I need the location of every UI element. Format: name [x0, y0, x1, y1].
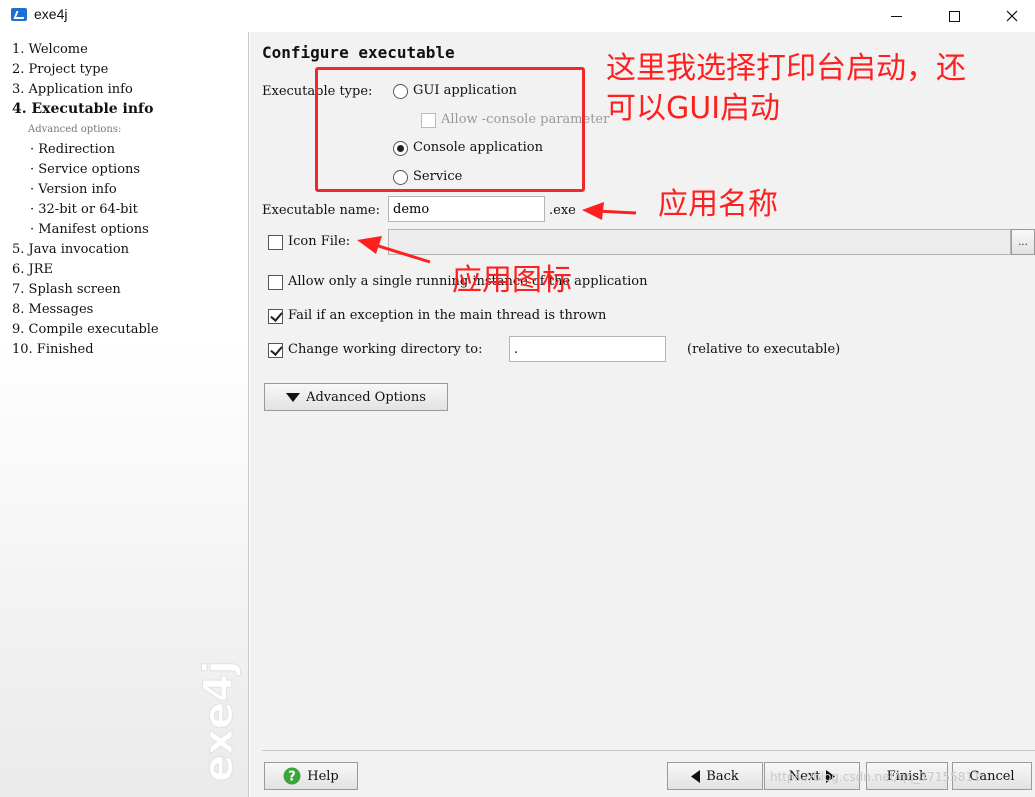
- step-welcome[interactable]: 1. Welcome: [12, 42, 88, 60]
- minimize-button[interactable]: [873, 0, 919, 32]
- step-jre[interactable]: 6. JRE: [12, 262, 53, 280]
- icon-file-label: Icon File:: [288, 234, 351, 249]
- svg-text:?: ?: [288, 770, 296, 785]
- annotation-app-icon: 应用图标: [452, 263, 572, 298]
- back-label: Back: [706, 768, 739, 784]
- exe4j-watermark-text: exe4j: [196, 660, 242, 782]
- wizard-step-sidebar: 1. Welcome 2. Project type 3. Applicatio…: [0, 32, 249, 797]
- maximize-icon: [948, 10, 960, 22]
- close-button[interactable]: [989, 0, 1035, 32]
- executable-name-label: Executable name:: [262, 203, 380, 218]
- substep-service-options[interactable]: · Service options: [30, 162, 140, 177]
- exe-suffix: .exe: [549, 203, 576, 218]
- icon-file-checkbox[interactable]: [268, 235, 283, 250]
- annotation-app-name: 应用名称: [658, 187, 778, 222]
- maximize-button[interactable]: [931, 0, 977, 32]
- advanced-options-label: Advanced Options: [306, 389, 426, 405]
- step-compile-executable[interactable]: 9. Compile executable: [12, 322, 159, 340]
- fail-exception-checkbox[interactable]: [268, 309, 283, 324]
- annotation-highlight-box: [315, 67, 585, 192]
- step-executable-info[interactable]: 4. Executable info: [12, 101, 153, 119]
- executable-name-input[interactable]: [388, 196, 545, 222]
- substep-manifest-options[interactable]: · Manifest options: [30, 222, 149, 237]
- page-title: Configure executable: [262, 43, 455, 62]
- substep-redirection[interactable]: · Redirection: [30, 142, 115, 157]
- relative-to-executable-label: (relative to executable): [687, 342, 841, 357]
- substep-version-info[interactable]: · Version info: [30, 182, 117, 197]
- url-watermark: https://blog.csdn.net/qq_37155811: [770, 770, 981, 784]
- single-instance-checkbox[interactable]: [268, 275, 283, 290]
- step-splash-screen[interactable]: 7. Splash screen: [12, 282, 121, 300]
- help-icon: ?: [283, 767, 301, 785]
- annotation-gui-start: 可以GUI启动: [606, 91, 781, 126]
- step-finished[interactable]: 10. Finished: [12, 342, 94, 360]
- close-icon: [1006, 10, 1018, 22]
- window-title: exe4j: [34, 6, 68, 22]
- working-dir-input[interactable]: [509, 336, 666, 362]
- fail-exception-label: Fail if an exception in the main thread …: [288, 308, 607, 323]
- exe4j-watermark-logo: exe4j: [196, 660, 243, 783]
- change-working-dir-label: Change working directory to:: [288, 342, 483, 357]
- triangle-down-icon: [286, 392, 301, 402]
- advanced-options-button[interactable]: Advanced Options: [264, 383, 448, 411]
- icon-file-input[interactable]: [388, 229, 1011, 255]
- icon-file-browse-button[interactable]: ...: [1011, 229, 1035, 255]
- help-label: Help: [307, 768, 339, 784]
- step-messages[interactable]: 8. Messages: [12, 302, 93, 320]
- step-application-info[interactable]: 3. Application info: [12, 82, 133, 100]
- back-button[interactable]: Back: [667, 762, 763, 790]
- change-working-dir-checkbox[interactable]: [268, 343, 283, 358]
- substep-32-or-64-bit[interactable]: · 32-bit or 64-bit: [30, 202, 138, 217]
- title-bar: exe4j: [0, 0, 1035, 32]
- minimize-icon: [890, 15, 902, 17]
- annotation-console-start: 这里我选择打印台启动，还: [606, 51, 966, 86]
- exe4j-app-icon: [11, 8, 27, 21]
- help-button[interactable]: ? Help: [264, 762, 358, 790]
- triangle-left-icon: [691, 769, 701, 783]
- footer-divider: [262, 750, 1035, 751]
- advanced-options-caption: Advanced options:: [28, 124, 122, 135]
- step-project-type[interactable]: 2. Project type: [12, 62, 108, 80]
- step-java-invocation[interactable]: 5. Java invocation: [12, 242, 129, 260]
